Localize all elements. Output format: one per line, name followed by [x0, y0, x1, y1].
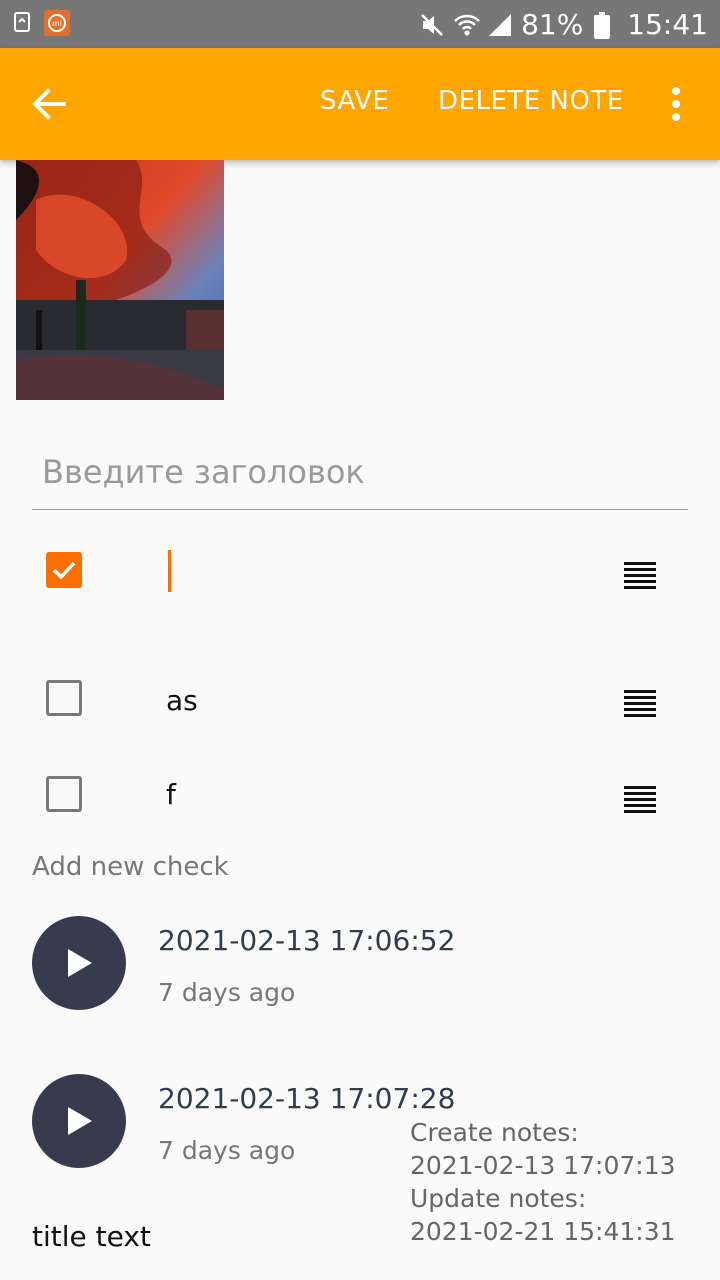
svg-text:mi: mi [52, 19, 62, 28]
battery-icon [593, 12, 617, 39]
mute-icon [419, 12, 443, 36]
checklist-item: f [0, 756, 720, 836]
drag-handle-icon[interactable] [624, 562, 656, 590]
more-vert-icon[interactable] [660, 84, 692, 128]
battery-percent: 81% [521, 7, 584, 41]
audio-note-date: 2021-02-13 17:07:28 [158, 1082, 456, 1115]
note-title-input[interactable] [32, 434, 688, 510]
play-button[interactable] [32, 916, 126, 1010]
text-caret [168, 550, 171, 592]
add-new-check-button[interactable]: Add new check [32, 852, 229, 882]
arrow-left-icon [22, 88, 78, 136]
status-bar: mi 81% 15:41 [0, 0, 720, 48]
update-notes-label: Update notes: [410, 1184, 587, 1213]
note-metadata: Create notes: 2021-02-13 17:07:13 Update… [410, 1116, 676, 1248]
signal-icon [487, 12, 512, 36]
photo-thumbnail [16, 160, 224, 400]
checklist-checkbox[interactable] [46, 680, 82, 716]
recycle-icon [10, 10, 34, 34]
mi-app-icon: mi [44, 10, 70, 36]
back-button[interactable] [22, 76, 78, 132]
status-time: 15:41 [627, 7, 708, 41]
audio-note-date: 2021-02-13 17:06:52 [158, 924, 456, 957]
create-notes-label: Create notes: [410, 1118, 579, 1147]
audio-note-age: 7 days ago [158, 1136, 296, 1165]
play-icon [68, 949, 92, 977]
drag-handle-icon[interactable] [624, 786, 656, 814]
wifi-icon [453, 12, 480, 36]
app-bar: SAVE DELETE NOTE [0, 48, 720, 160]
delete-note-button[interactable]: DELETE NOTE [438, 86, 624, 116]
play-icon [68, 1107, 92, 1135]
title-text: title text [32, 1220, 151, 1253]
audio-note-item: 2021-02-13 17:06:52 7 days ago [0, 916, 720, 1016]
audio-note-age: 7 days ago [158, 978, 296, 1007]
checklist-checkbox[interactable] [46, 552, 82, 588]
checklist-item [0, 532, 720, 612]
checklist-checkbox[interactable] [46, 776, 82, 812]
play-button[interactable] [32, 1074, 126, 1168]
save-button[interactable]: SAVE [320, 86, 389, 116]
drag-handle-icon[interactable] [624, 690, 656, 718]
update-notes-value: 2021-02-21 15:41:31 [410, 1217, 676, 1246]
create-notes-value: 2021-02-13 17:07:13 [410, 1151, 676, 1180]
check-icon [52, 561, 76, 580]
note-image[interactable] [16, 160, 224, 400]
checklist-item-text[interactable]: f [166, 778, 176, 811]
checklist-item: as [0, 660, 720, 740]
checklist-item-text[interactable]: as [166, 684, 198, 717]
